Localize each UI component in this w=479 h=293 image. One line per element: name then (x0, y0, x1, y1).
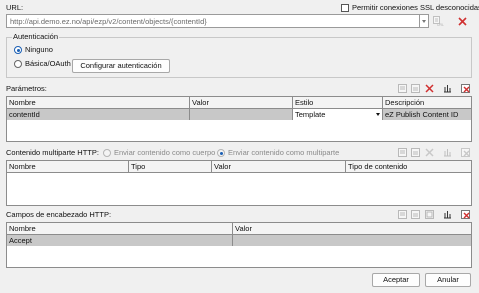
url-value: http://api.demo.ez.no/api/ezp/v2/content… (10, 17, 207, 26)
table-row[interactable]: contentId Template eZ Publish Content ID (7, 109, 471, 120)
send-as-multipart-label: Enviar contenido como multiparte (228, 148, 340, 157)
svg-text:URL: URL (437, 23, 444, 26)
insert-row-icon[interactable] (398, 210, 407, 219)
insert-row-icon[interactable] (398, 84, 407, 93)
params-label: Parámetros: (6, 84, 47, 93)
params-header: Nombre Valor Estilo Descripción (7, 97, 471, 109)
url-dropdown-button[interactable] (420, 14, 429, 28)
clear-params-icon[interactable] (461, 84, 470, 93)
url-input[interactable]: http://api.demo.ez.no/api/ezp/v2/content… (6, 14, 420, 28)
auth-legend: Autenticación (12, 32, 60, 42)
params-col-name[interactable]: Nombre (7, 97, 190, 108)
params-col-value[interactable]: Valor (190, 97, 293, 108)
cancel-button[interactable]: Anular (425, 273, 471, 287)
multipart-label: Contenido multiparte HTTP: (6, 148, 99, 157)
import-headers-icon[interactable] (443, 210, 452, 219)
multipart-table: Nombre Tipo Valor Tipo de contenido (6, 160, 472, 206)
url-clear-icon[interactable] (458, 17, 467, 26)
url-parse-icon[interactable]: URL (433, 16, 444, 26)
delete-row-icon[interactable] (425, 84, 434, 93)
accept-button[interactable]: Aceptar (372, 273, 420, 287)
headers-col-name[interactable]: Nombre (7, 223, 233, 234)
chevron-down-icon[interactable] (376, 113, 380, 116)
send-as-body-radio[interactable] (103, 149, 111, 157)
params-col-style[interactable]: Estilo (293, 97, 383, 108)
param-description-cell[interactable]: eZ Publish Content ID (383, 109, 471, 120)
send-as-body-label: Enviar contenido como cuerpo (114, 148, 216, 157)
ssl-checkbox[interactable] (341, 4, 349, 12)
headers-col-value[interactable]: Valor (233, 223, 471, 234)
copy-row-icon[interactable] (425, 210, 434, 219)
param-style-value: Template (295, 110, 326, 119)
auth-basic-radio[interactable] (14, 60, 22, 68)
params-col-description[interactable]: Descripción (383, 97, 471, 108)
multipart-col-value[interactable]: Valor (212, 161, 346, 172)
headers-header: Nombre Valor (7, 223, 471, 235)
auth-none-label: Ninguno (25, 45, 53, 54)
multipart-col-type[interactable]: Tipo (129, 161, 212, 172)
append-row-icon[interactable] (411, 84, 420, 93)
send-as-multipart-radio[interactable] (217, 149, 225, 157)
header-name-cell[interactable]: Accept (7, 235, 233, 246)
header-value-cell[interactable] (233, 235, 471, 246)
params-table: Nombre Valor Estilo Descripción contentI… (6, 96, 472, 142)
headers-table: Nombre Valor Accept (6, 222, 472, 268)
param-style-select[interactable]: Template (293, 109, 383, 120)
auth-none-radio[interactable] (14, 46, 22, 54)
append-row-icon[interactable] (411, 148, 420, 157)
multipart-col-content-type[interactable]: Tipo de contenido (346, 161, 471, 172)
configure-auth-button[interactable]: Configurar autenticación (72, 59, 170, 73)
table-row[interactable]: Accept (7, 235, 471, 246)
headers-label: Campos de encabezado HTTP: (6, 210, 112, 219)
multipart-col-name[interactable]: Nombre (7, 161, 129, 172)
delete-row-icon[interactable] (425, 148, 434, 157)
ssl-checkbox-label: Permitir conexiones SSL desconocidas (352, 3, 479, 12)
insert-row-icon[interactable] (398, 148, 407, 157)
import-icon[interactable] (443, 148, 452, 157)
clear-table-icon[interactable] (461, 148, 470, 157)
param-value-cell[interactable] (190, 109, 293, 120)
multipart-header: Nombre Tipo Valor Tipo de contenido (7, 161, 471, 173)
param-name-cell[interactable]: contentId (7, 109, 190, 120)
auth-basic-label: Básica/OAuth (25, 59, 71, 68)
append-row-icon[interactable] (411, 210, 420, 219)
url-label: URL: (6, 3, 24, 12)
clear-headers-icon[interactable] (461, 210, 470, 219)
import-params-icon[interactable] (443, 84, 452, 93)
